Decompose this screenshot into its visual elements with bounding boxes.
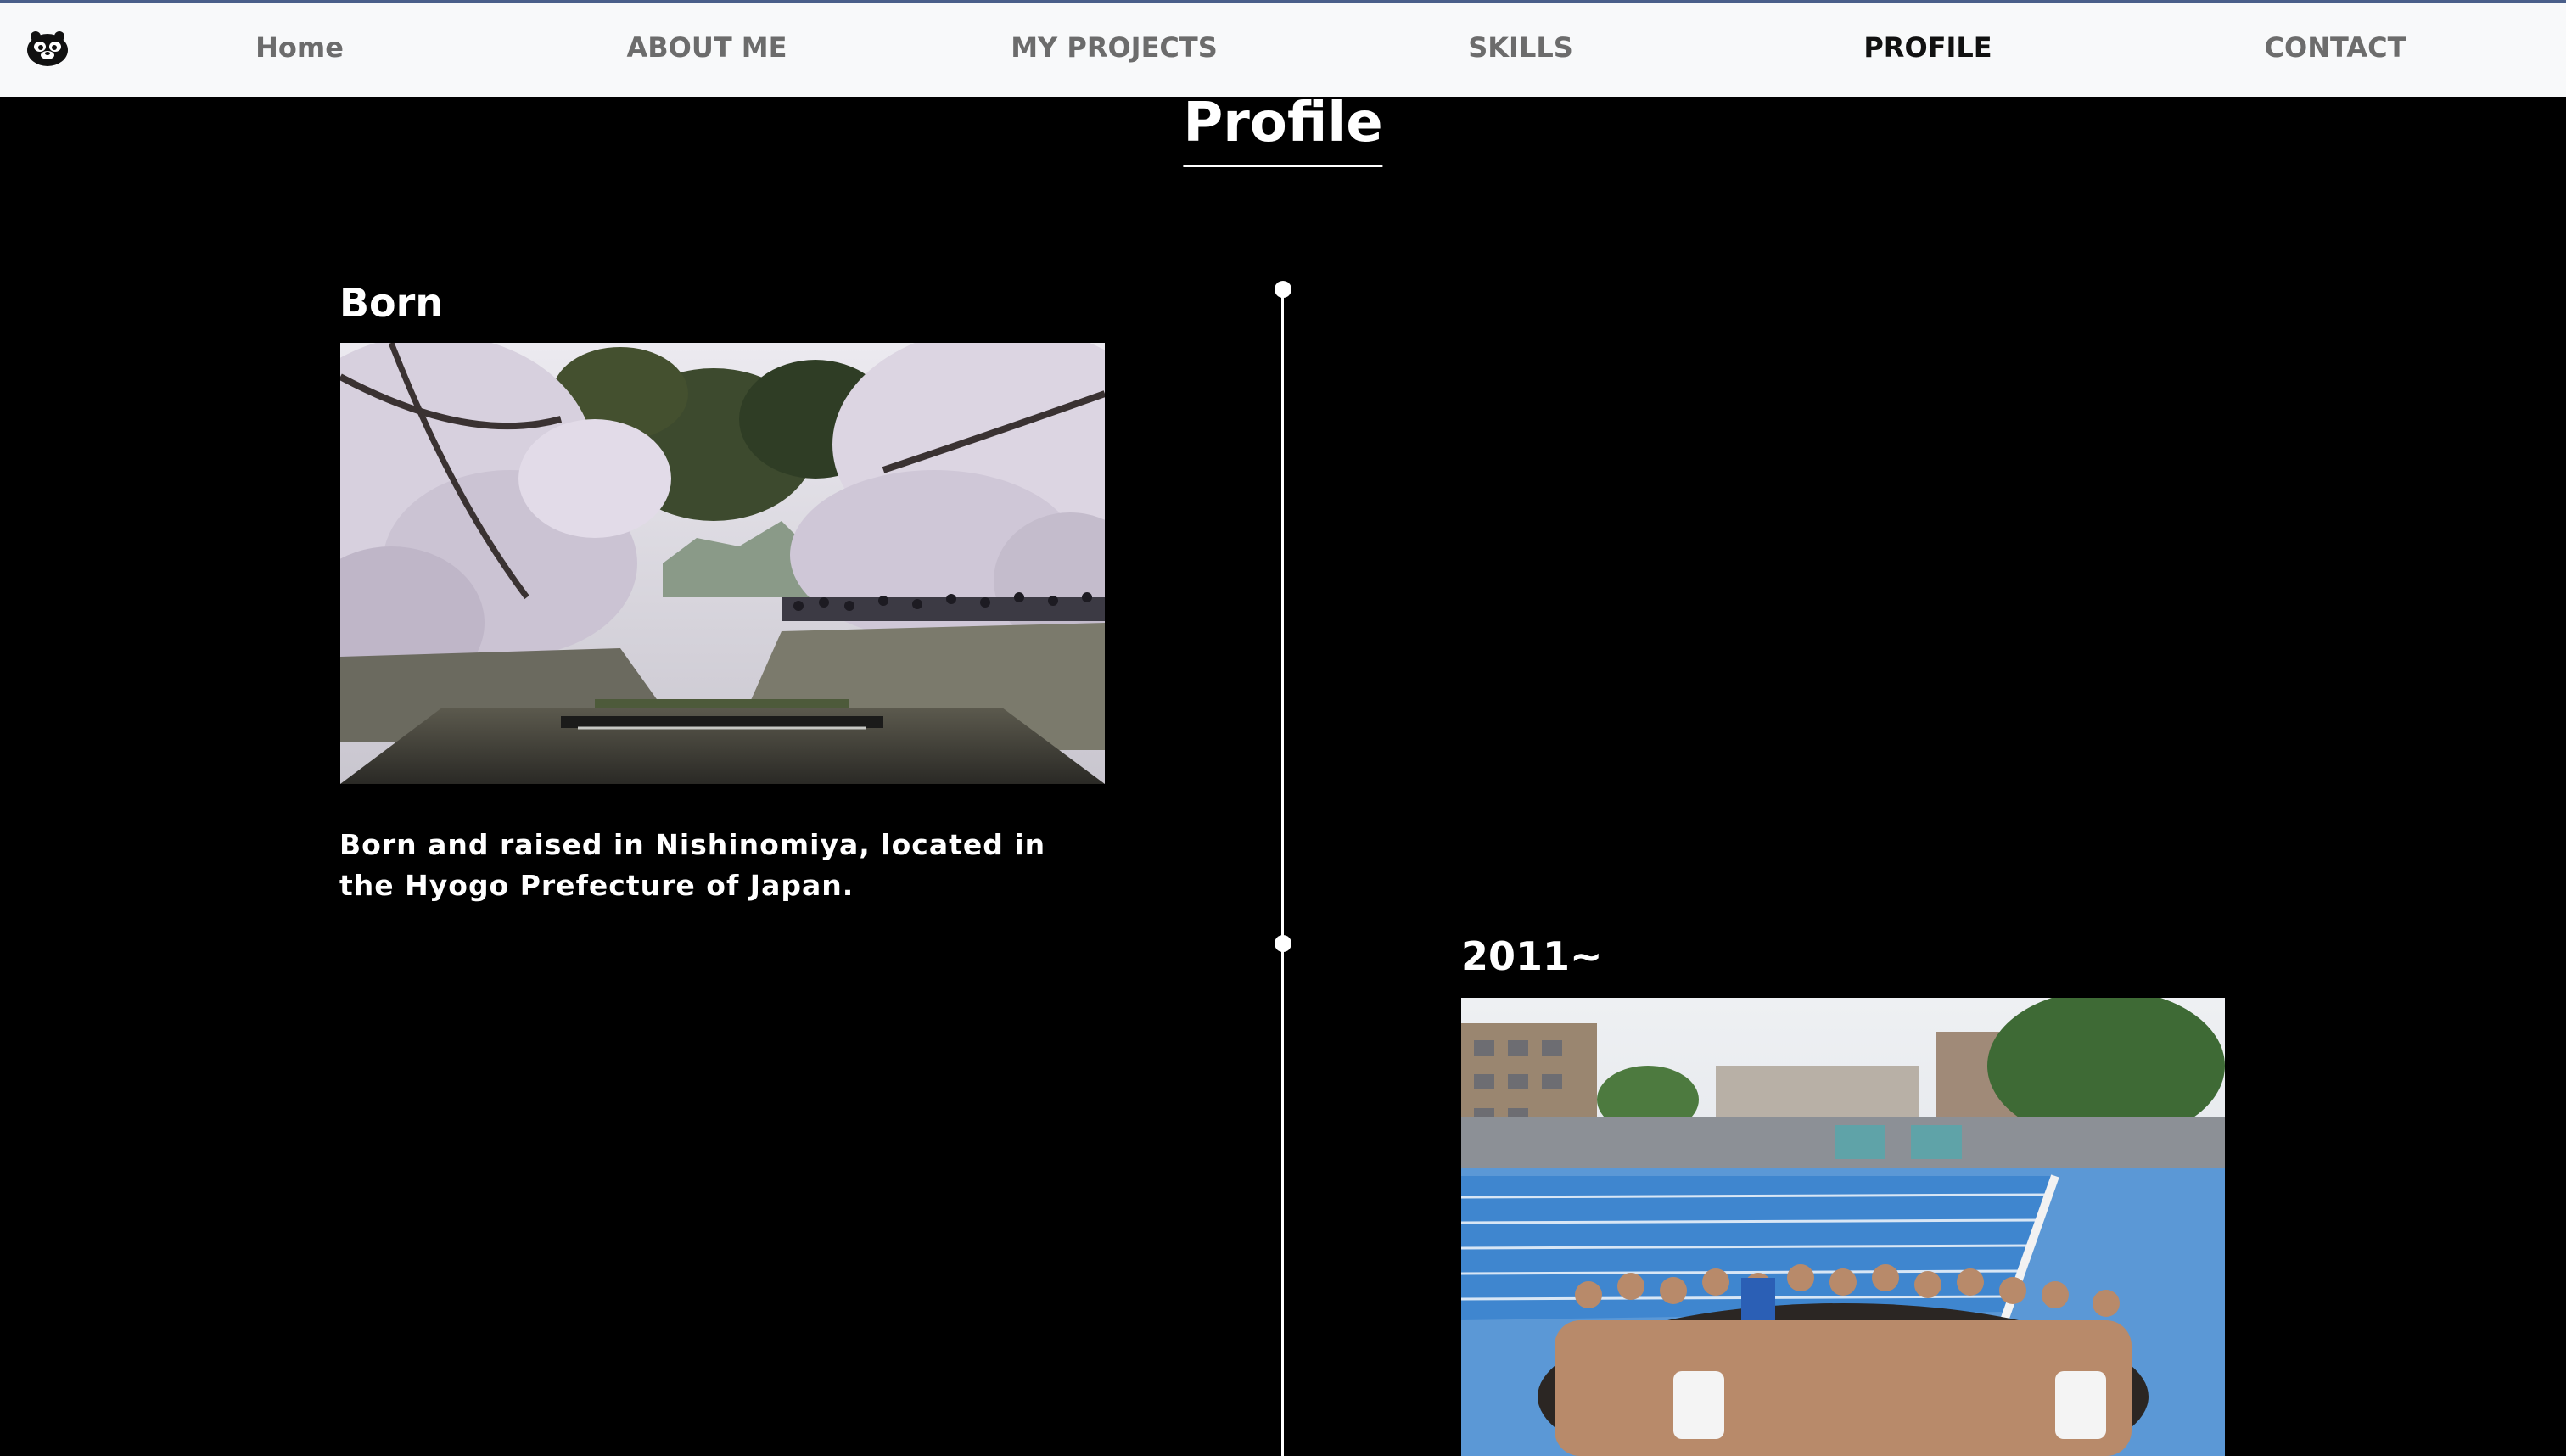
- timeline-line: [1281, 288, 1284, 1456]
- nav-contact-link[interactable]: CONTACT: [2265, 31, 2406, 64]
- nav-my-projects-link[interactable]: MY PROJECTS: [1011, 31, 1218, 64]
- nav-about-me-link[interactable]: ABOUT ME: [626, 31, 787, 64]
- nav-home-link[interactable]: Home: [255, 31, 344, 64]
- timeline-heading-2011: 2011~: [1461, 933, 1603, 979]
- page-title: Profile: [1183, 92, 1383, 167]
- swim-team-pool-group-photo: [1461, 998, 2225, 1456]
- top-navbar: Home ABOUT ME MY PROJECTS SKILLS PROFILE…: [0, 0, 2566, 97]
- nav-skills-link[interactable]: SKILLS: [1468, 31, 1573, 64]
- otter-logo-icon[interactable]: [24, 28, 71, 69]
- nav-profile-link[interactable]: PROFILE: [1863, 31, 1992, 64]
- timeline-dot-2011: [1275, 935, 1291, 952]
- timeline-heading-born: Born: [339, 280, 444, 326]
- timeline-dot-born: [1275, 281, 1291, 298]
- cherry-blossom-river-photo: [340, 343, 1105, 784]
- timeline-text-born: Born and raised in Nishinomiya, located …: [339, 828, 1046, 902]
